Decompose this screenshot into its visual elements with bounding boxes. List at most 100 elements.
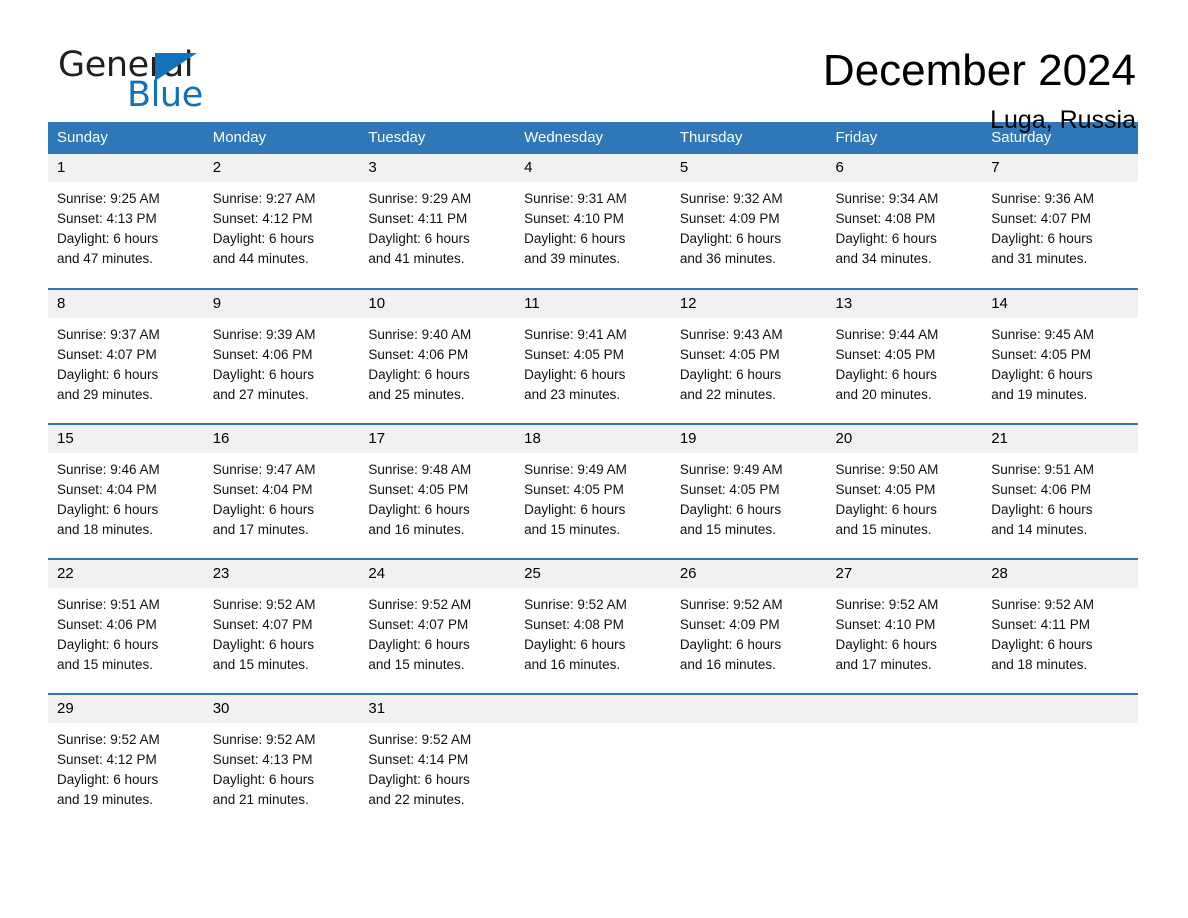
daylight-text-line2: and 34 minutes. — [835, 251, 932, 266]
page-title: December 2024 — [822, 46, 1136, 95]
daylight-text-line1: Daylight: 6 hours — [368, 367, 470, 382]
day-cell[interactable]: 3 Sunrise: 9:29 AM Sunset: 4:11 PM Dayli… — [359, 154, 516, 289]
day-cell[interactable]: 2 Sunrise: 9:27 AM Sunset: 4:12 PM Dayli… — [203, 154, 360, 289]
daylight-text-line2: and 15 minutes. — [835, 522, 932, 537]
day-number: 29 — [48, 695, 204, 723]
daylight-text-line1: Daylight: 6 hours — [835, 231, 937, 246]
day-number: 20 — [826, 425, 983, 453]
day-cell[interactable]: 10 Sunrise: 9:40 AM Sunset: 4:06 PM Dayl… — [359, 288, 516, 424]
daylight-text-line1: Daylight: 6 hours — [368, 772, 470, 787]
day-number: 18 — [515, 425, 671, 453]
day-cell[interactable]: 28 Sunrise: 9:52 AM Sunset: 4:11 PM Dayl… — [982, 558, 1138, 694]
day-cell[interactable]: 22 Sunrise: 9:51 AM Sunset: 4:06 PM Dayl… — [48, 558, 204, 694]
day-cell[interactable]: 11 Sunrise: 9:41 AM Sunset: 4:05 PM Dayl… — [515, 288, 671, 424]
day-cell[interactable]: 23 Sunrise: 9:52 AM Sunset: 4:07 PM Dayl… — [203, 558, 360, 694]
weekday-header-monday: Monday — [203, 122, 360, 154]
daylight-text-line1: Daylight: 6 hours — [212, 772, 315, 787]
day-cell[interactable]: 30 Sunrise: 9:52 AM Sunset: 4:13 PM Dayl… — [203, 693, 360, 829]
day-number: 22 — [48, 560, 204, 588]
day-cell[interactable]: 7 Sunrise: 9:36 AM Sunset: 4:07 PM Dayli… — [982, 154, 1138, 289]
day-number: 13 — [826, 290, 983, 318]
logo-text-blue: Blue — [127, 75, 203, 115]
day-details: Sunrise: 9:50 AM Sunset: 4:05 PM Dayligh… — [827, 453, 983, 540]
sunrise-text: Sunrise: 9:34 AM — [835, 191, 939, 206]
daylight-text-line1: Daylight: 6 hours — [524, 637, 626, 652]
sunrise-text: Sunrise: 9:41 AM — [524, 327, 627, 342]
sunset-text: Sunset: 4:06 PM — [991, 482, 1092, 497]
sunset-text: Sunset: 4:08 PM — [524, 617, 624, 632]
day-cell[interactable]: 20 Sunrise: 9:50 AM Sunset: 4:05 PM Dayl… — [826, 423, 983, 559]
day-cell[interactable]: 14 Sunrise: 9:45 AM Sunset: 4:05 PM Dayl… — [982, 288, 1138, 424]
sunrise-text: Sunrise: 9:31 AM — [524, 191, 627, 206]
day-cell[interactable]: 19 Sunrise: 9:49 AM Sunset: 4:05 PM Dayl… — [670, 423, 827, 559]
day-cell[interactable]: 12 Sunrise: 9:43 AM Sunset: 4:05 PM Dayl… — [670, 288, 827, 424]
daylight-text-line2: and 21 minutes. — [212, 792, 309, 807]
daylight-text-line2: and 41 minutes. — [368, 251, 465, 266]
sunrise-text: Sunrise: 9:39 AM — [212, 327, 316, 342]
day-cell[interactable]: 6 Sunrise: 9:34 AM Sunset: 4:08 PM Dayli… — [826, 154, 983, 289]
daylight-text-line2: and 15 minutes. — [524, 522, 621, 537]
sunset-text: Sunset: 4:04 PM — [212, 482, 313, 497]
daylight-text-line2: and 16 minutes. — [679, 657, 776, 672]
day-cell[interactable]: 8 Sunrise: 9:37 AM Sunset: 4:07 PM Dayli… — [48, 288, 204, 424]
day-number: 12 — [670, 290, 827, 318]
daylight-text-line1: Daylight: 6 hours — [679, 502, 782, 517]
sunset-text: Sunset: 4:05 PM — [524, 482, 624, 497]
daylight-text-line1: Daylight: 6 hours — [57, 502, 159, 517]
weekday-header-tuesday: Tuesday — [359, 122, 516, 154]
day-cell[interactable]: 27 Sunrise: 9:52 AM Sunset: 4:10 PM Dayl… — [826, 558, 983, 694]
sunset-text: Sunset: 4:05 PM — [835, 482, 936, 497]
calendar-body: 1 Sunrise: 9:25 AM Sunset: 4:13 PM Dayli… — [48, 154, 1138, 829]
daylight-text-line2: and 17 minutes. — [835, 657, 932, 672]
daylight-text-line1: Daylight: 6 hours — [679, 231, 782, 246]
day-number — [515, 695, 671, 723]
day-details: Sunrise: 9:29 AM Sunset: 4:11 PM Dayligh… — [359, 182, 515, 269]
day-cell[interactable]: 1 Sunrise: 9:25 AM Sunset: 4:13 PM Dayli… — [48, 154, 204, 289]
sunrise-text: Sunrise: 9:52 AM — [212, 597, 316, 612]
sunset-text: Sunset: 4:07 PM — [212, 617, 313, 632]
sunset-text: Sunset: 4:06 PM — [57, 617, 157, 632]
day-number: 3 — [359, 154, 516, 182]
day-details: Sunrise: 9:27 AM Sunset: 4:12 PM Dayligh… — [204, 182, 360, 269]
day-details: Sunrise: 9:52 AM Sunset: 4:08 PM Dayligh… — [515, 588, 671, 675]
sunset-text: Sunset: 4:05 PM — [835, 347, 936, 362]
day-number: 5 — [670, 154, 827, 182]
day-number: 16 — [203, 425, 360, 453]
generalblue-logo[interactable]: General Blue — [58, 45, 258, 115]
day-number: 21 — [982, 425, 1138, 453]
day-number: 26 — [670, 560, 827, 588]
page-header: General Blue December 2024 Luga, Russia — [0, 0, 1188, 134]
day-details: Sunrise: 9:43 AM Sunset: 4:05 PM Dayligh… — [671, 318, 827, 405]
day-cell[interactable]: 13 Sunrise: 9:44 AM Sunset: 4:05 PM Dayl… — [826, 288, 983, 424]
day-details: Sunrise: 9:46 AM Sunset: 4:04 PM Dayligh… — [48, 453, 204, 540]
day-cell[interactable]: 21 Sunrise: 9:51 AM Sunset: 4:06 PM Dayl… — [982, 423, 1138, 559]
daylight-text-line2: and 15 minutes. — [368, 657, 465, 672]
day-cell[interactable]: 18 Sunrise: 9:49 AM Sunset: 4:05 PM Dayl… — [515, 423, 671, 559]
sunrise-sunset-calendar: Sunday Monday Tuesday Wednesday Thursday… — [48, 122, 1138, 829]
daylight-text-line2: and 14 minutes. — [991, 522, 1088, 537]
daylight-text-line1: Daylight: 6 hours — [524, 502, 626, 517]
day-cell[interactable]: 31 Sunrise: 9:52 AM Sunset: 4:14 PM Dayl… — [359, 693, 516, 829]
day-details: Sunrise: 9:31 AM Sunset: 4:10 PM Dayligh… — [515, 182, 671, 269]
day-number: 17 — [359, 425, 516, 453]
day-cell[interactable]: 9 Sunrise: 9:39 AM Sunset: 4:06 PM Dayli… — [203, 288, 360, 424]
sunrise-text: Sunrise: 9:45 AM — [991, 327, 1095, 342]
day-cell[interactable]: 29 Sunrise: 9:52 AM Sunset: 4:12 PM Dayl… — [48, 693, 204, 829]
daylight-text-line2: and 44 minutes. — [212, 251, 309, 266]
day-details: Sunrise: 9:51 AM Sunset: 4:06 PM Dayligh… — [982, 453, 1138, 540]
day-cell[interactable]: 26 Sunrise: 9:52 AM Sunset: 4:09 PM Dayl… — [670, 558, 827, 694]
daylight-text-line2: and 15 minutes. — [212, 657, 309, 672]
sunset-text: Sunset: 4:06 PM — [368, 347, 469, 362]
day-cell[interactable]: 17 Sunrise: 9:48 AM Sunset: 4:05 PM Dayl… — [359, 423, 516, 559]
daylight-text-line2: and 18 minutes. — [57, 522, 154, 537]
sunset-text: Sunset: 4:10 PM — [835, 617, 936, 632]
day-cell[interactable]: 5 Sunrise: 9:32 AM Sunset: 4:09 PM Dayli… — [670, 154, 827, 289]
day-cell[interactable]: 16 Sunrise: 9:47 AM Sunset: 4:04 PM Dayl… — [203, 423, 360, 559]
day-cell[interactable]: 4 Sunrise: 9:31 AM Sunset: 4:10 PM Dayli… — [515, 154, 671, 289]
day-cell[interactable]: 15 Sunrise: 9:46 AM Sunset: 4:04 PM Dayl… — [48, 423, 204, 559]
day-cell[interactable]: 24 Sunrise: 9:52 AM Sunset: 4:07 PM Dayl… — [359, 558, 516, 694]
sunset-text: Sunset: 4:05 PM — [679, 482, 780, 497]
day-cell[interactable]: 25 Sunrise: 9:52 AM Sunset: 4:08 PM Dayl… — [515, 558, 671, 694]
daylight-text-line1: Daylight: 6 hours — [835, 637, 937, 652]
day-details: Sunrise: 9:34 AM Sunset: 4:08 PM Dayligh… — [827, 182, 983, 269]
